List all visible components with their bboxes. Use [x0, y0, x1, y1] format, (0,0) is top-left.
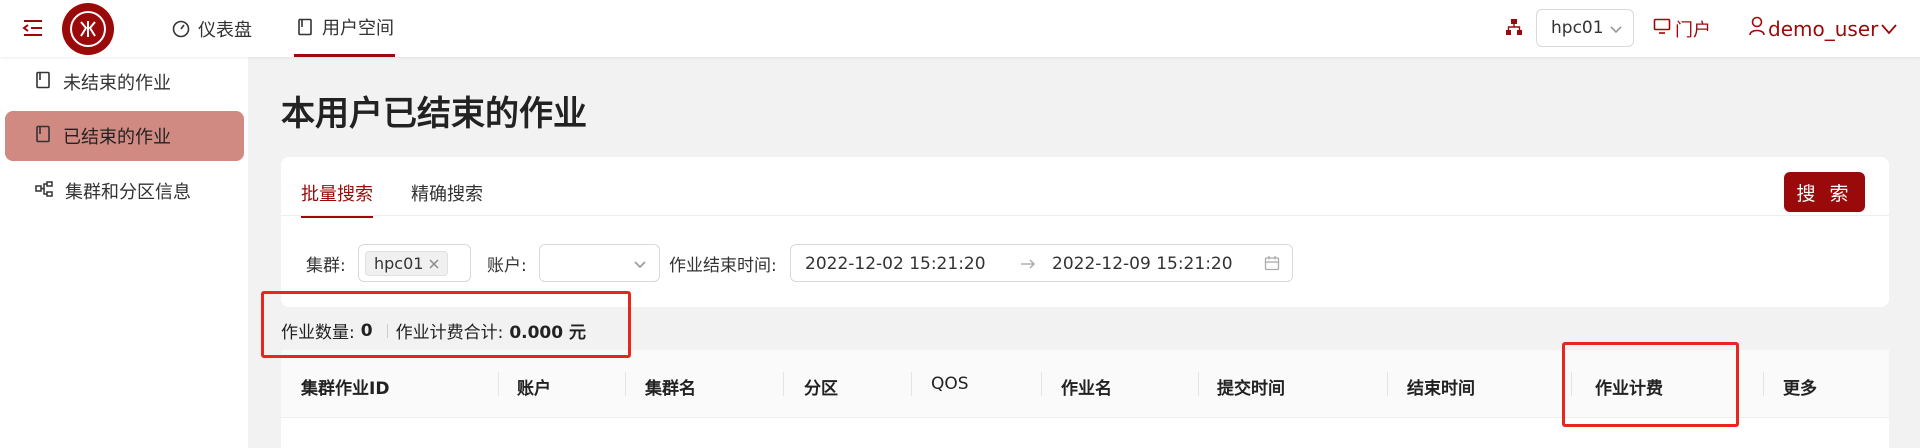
sidebar-item-running-jobs[interactable]: 未结束的作业 [5, 57, 244, 107]
portal-link[interactable]: 门户 [1653, 0, 1711, 57]
calendar-icon [1264, 255, 1280, 275]
column-divider [498, 372, 499, 396]
book-icon [35, 125, 51, 148]
column-divider [625, 372, 626, 396]
end-time-filter-label: 作业结束时间: [669, 256, 777, 276]
end-time-value: 2022-12-09 15:21:20 [1052, 254, 1233, 274]
search-card: 批量搜索 精确搜索 搜 索 集群: hpc01 账户: 作业结束时间: 2022… [281, 157, 1889, 307]
account-filter-label: 账户: [487, 256, 527, 276]
tab-exact-search[interactable]: 精确搜索 [411, 180, 483, 216]
column-header-submit-time[interactable]: 提交时间 [1217, 374, 1285, 399]
menu-fold-icon[interactable] [22, 18, 44, 38]
job-count-value: 0 [360, 320, 373, 341]
tabs-divider [281, 215, 1889, 216]
chevron-down-icon [633, 256, 647, 275]
close-icon[interactable] [429, 254, 439, 273]
book-icon [296, 18, 314, 36]
column-divider [911, 372, 912, 396]
column-header-account[interactable]: 账户 [517, 374, 551, 399]
column-header-more[interactable]: 更多 [1783, 374, 1817, 399]
user-menu[interactable]: demo_user [1748, 0, 1898, 57]
sidebar-item-finished-jobs[interactable]: 已结束的作业 [5, 111, 244, 161]
sidebar-item-label: 集群和分区信息 [65, 182, 191, 203]
job-cost-label: 作业计费合计: [395, 323, 504, 343]
cluster-filter-label: 集群: [306, 256, 346, 276]
dashboard-icon [172, 20, 190, 38]
sidebar: 未结束的作业 已结束的作业 集群和分区信息 [0, 57, 248, 448]
column-header-qos[interactable]: QOS [931, 374, 969, 394]
column-header-job-cost[interactable]: 作业计费 [1595, 374, 1663, 399]
start-time-value: 2022-12-02 15:21:20 [805, 254, 986, 274]
column-header-end-time[interactable]: 结束时间 [1407, 374, 1475, 399]
column-header-partition[interactable]: 分区 [804, 374, 838, 399]
sidebar-item-label: 已结束的作业 [63, 127, 171, 148]
cluster-filter-select[interactable]: hpc01 [358, 244, 471, 282]
column-divider [1041, 372, 1042, 396]
column-header-job-id[interactable]: 集群作业ID [301, 374, 389, 399]
chevron-down-icon [1880, 17, 1898, 41]
column-header-cluster[interactable]: 集群名 [645, 374, 696, 399]
summary-divider [386, 323, 388, 338]
nav-user-space-label: 用户空间 [322, 18, 394, 39]
tab-batch-search[interactable]: 批量搜索 [301, 180, 373, 218]
jobs-table: 集群作业ID 账户 集群名 分区 QOS 作业名 提交时间 结束时间 作业计费 … [281, 350, 1889, 448]
user-name: demo_user [1768, 16, 1879, 41]
cluster-icon [35, 180, 53, 202]
book-icon [35, 71, 51, 94]
nav-dashboard[interactable]: 仪表盘 [172, 0, 252, 57]
column-divider [1198, 372, 1199, 396]
top-header: 仪表盘 用户空间 hpc01 门户 demo_user [0, 0, 1920, 57]
column-divider [1763, 372, 1764, 396]
account-filter-select[interactable] [539, 244, 660, 282]
job-summary: 作业数量: 0 作业计费合计: 0.000 元 [281, 318, 592, 344]
cluster-select[interactable]: hpc01 [1536, 9, 1634, 47]
end-time-range-picker[interactable]: 2022-12-02 15:21:20 2022-12-09 15:21:20 [790, 244, 1293, 282]
cluster-tag: hpc01 [365, 251, 449, 276]
sidebar-item-label: 未结束的作业 [63, 73, 171, 94]
monitor-icon [1653, 17, 1671, 40]
chevron-down-icon [1609, 21, 1623, 41]
nav-user-space[interactable]: 用户空间 [294, 0, 395, 57]
job-cost-value: 0.000 元 [509, 323, 587, 343]
nav-dashboard-label: 仪表盘 [198, 19, 252, 41]
logo-emblem-icon [70, 11, 106, 47]
job-count-label: 作业数量: [281, 323, 355, 343]
portal-label: 门户 [1675, 19, 1711, 41]
arrow-right-icon [1020, 256, 1036, 275]
column-header-job-name[interactable]: 作业名 [1061, 374, 1112, 399]
university-logo[interactable] [62, 3, 114, 55]
cluster-tag-label: hpc01 [374, 254, 424, 273]
sidebar-item-cluster-info[interactable]: 集群和分区信息 [5, 166, 244, 216]
user-icon [1748, 16, 1766, 41]
search-button[interactable]: 搜 索 [1784, 172, 1865, 212]
table-header: 集群作业ID 账户 集群名 分区 QOS 作业名 提交时间 结束时间 作业计费 … [281, 350, 1889, 418]
column-divider [783, 372, 784, 396]
column-divider [1571, 372, 1572, 396]
cluster-icon [1505, 18, 1525, 38]
column-divider [1387, 372, 1388, 396]
page-title: 本用户已结束的作业 [281, 94, 587, 134]
cluster-select-value: hpc01 [1551, 18, 1604, 38]
